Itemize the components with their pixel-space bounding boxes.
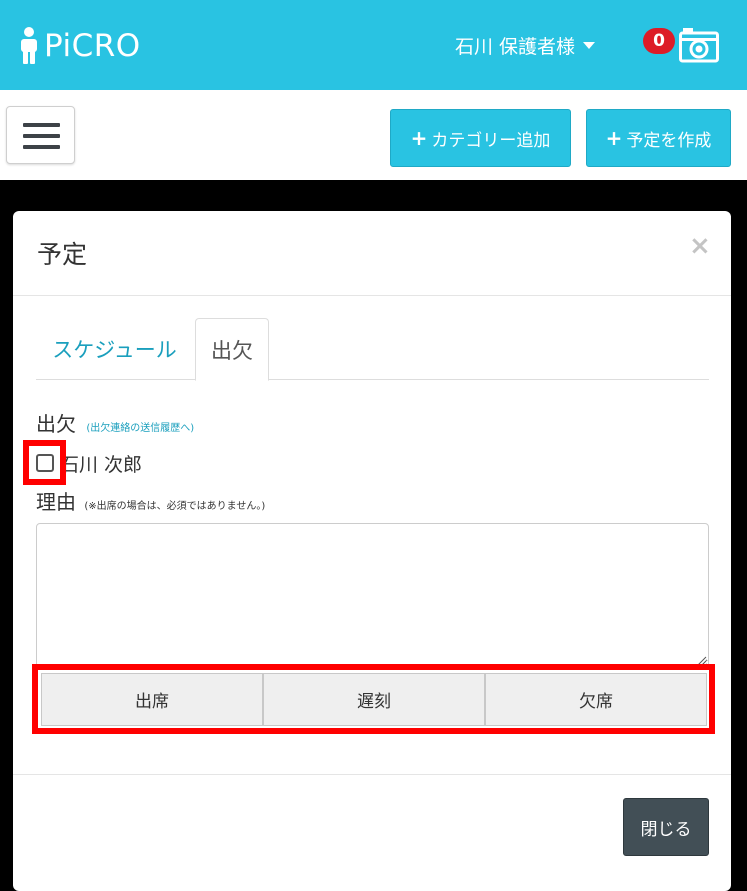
modal-header: 予定 ×: [13, 211, 731, 296]
tab-schedule[interactable]: スケジュール: [36, 318, 193, 380]
tab-attendance[interactable]: 出欠: [195, 318, 269, 381]
user-name: 石川 保護者様: [455, 35, 576, 58]
modal-title: 予定: [37, 240, 88, 269]
top-header: PiCRO 石川 保護者様 0: [0, 0, 747, 90]
hamburger-icon-bar: [23, 134, 60, 138]
logo-text: PiCRO: [44, 28, 141, 64]
attendance-status-buttons: 出席 遅刻 欠席: [41, 673, 707, 726]
modal-footer: 閉じる: [13, 774, 731, 891]
reason-textarea[interactable]: [36, 523, 709, 669]
create-event-label: 予定を作成: [626, 130, 712, 151]
reason-note: (※出席の場合は、必須ではありません。): [84, 501, 266, 512]
attendance-section-label: 出欠 (出欠連絡の送信履歴へ): [36, 408, 194, 437]
absent-button[interactable]: 欠席: [485, 673, 707, 726]
hamburger-menu-button[interactable]: [6, 106, 75, 164]
hamburger-icon: [23, 123, 60, 127]
modal-tabs: スケジュール 出欠: [36, 318, 709, 381]
toolbar: + カテゴリー追加 + 予定を作成: [0, 90, 747, 180]
add-category-button[interactable]: + カテゴリー追加: [390, 109, 571, 167]
close-modal-button[interactable]: 閉じる: [623, 798, 709, 856]
student-name: 石川 次郎: [60, 453, 143, 476]
present-button[interactable]: 出席: [41, 673, 263, 726]
person-logo-icon: [21, 27, 37, 64]
reason-section-label: 理由 (※出席の場合は、必須ではありません。): [36, 486, 265, 515]
user-menu-dropdown[interactable]: 石川 保護者様: [455, 30, 596, 60]
close-icon[interactable]: ×: [689, 231, 711, 261]
hamburger-icon-bar: [23, 145, 60, 149]
late-button[interactable]: 遅刻: [263, 673, 485, 726]
reason-label: 理由: [36, 490, 76, 514]
app-logo[interactable]: PiCRO: [18, 26, 141, 66]
event-modal: 予定 × スケジュール 出欠 出欠 (出欠連絡の送信履歴へ) 石川 次郎 理由 …: [13, 211, 731, 891]
attendance-label: 出欠: [36, 412, 76, 436]
plus-icon: +: [410, 126, 428, 150]
add-category-label: カテゴリー追加: [431, 130, 551, 151]
plus-icon: +: [605, 126, 623, 150]
attendance-history-link[interactable]: (出欠連絡の送信履歴へ): [86, 423, 194, 434]
student-checkbox[interactable]: [36, 454, 54, 472]
student-checkbox-row[interactable]: 石川 次郎: [36, 448, 142, 478]
create-event-button[interactable]: + 予定を作成: [586, 109, 731, 167]
camera-icon[interactable]: [679, 27, 719, 63]
notification-badge[interactable]: 0: [643, 28, 675, 54]
caret-down-icon: [583, 41, 596, 49]
